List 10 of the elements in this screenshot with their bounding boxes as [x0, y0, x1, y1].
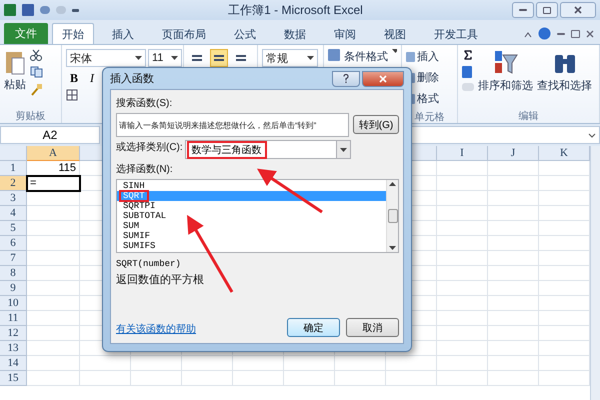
field-label: 选择函数(N):	[116, 162, 173, 176]
field-label: 或选择类别(C):	[116, 140, 183, 154]
window-title: 工作簿1 - Microsoft Excel	[227, 2, 364, 18]
field-label: 搜索函数(S):	[116, 96, 172, 110]
group-label: 单元格	[414, 110, 444, 124]
dialog-title: 插入函数	[110, 72, 155, 86]
group-label: 编辑	[518, 110, 538, 123]
function-description: 返回数值的平方根	[116, 272, 204, 287]
function-syntax: SQRT(number)	[116, 259, 181, 269]
group-label: 剪贴板	[16, 110, 46, 123]
